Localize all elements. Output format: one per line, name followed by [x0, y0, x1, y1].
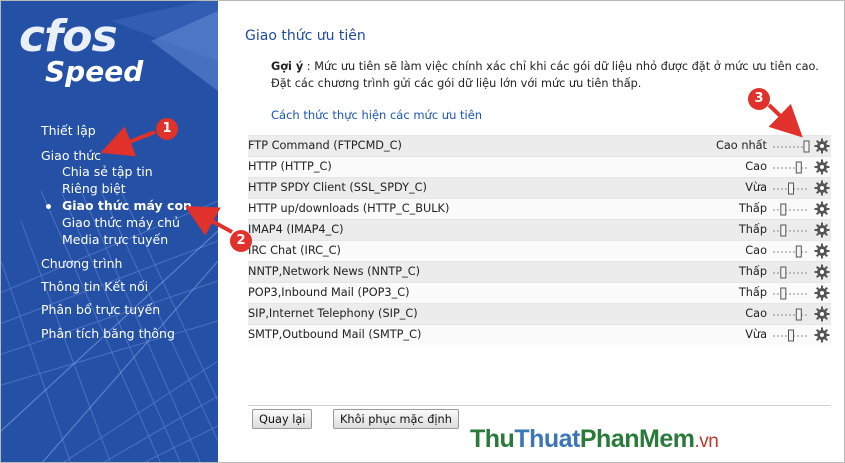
sidebar-item-phan-bo-truc-tuyen[interactable]: Phân bổ trực tuyến — [41, 302, 160, 317]
protocol-row: HTTP SPDY Client (SSL_SPDY_C) Vừa — [248, 177, 831, 198]
annotation-marker-1: 1 — [156, 118, 178, 140]
protocol-name: HTTP up/downloads (HTTP_C_BULK) — [248, 202, 450, 215]
priority-level: Thấp — [738, 286, 767, 299]
hint-label: Gợi ý — [271, 60, 304, 73]
priority-slider[interactable] — [771, 224, 811, 237]
annotation-marker-2: 2 — [230, 230, 252, 252]
priority-slider[interactable] — [771, 266, 811, 279]
gear-icon[interactable] — [814, 180, 830, 196]
sidebar-subitem-media-truc-tuyen[interactable]: Media trực tuyến — [62, 232, 168, 247]
cfos-speed-window: cfos Speed Thiết lập Giao thức Chia sẻ t… — [0, 0, 845, 463]
protocol-row: IMAP4 (IMAP4_C) Thấp — [248, 219, 831, 240]
back-button[interactable]: Quay lại — [252, 409, 313, 429]
priority-level: Thấp — [738, 265, 767, 278]
sidebar: cfos Speed Thiết lập Giao thức Chia sẻ t… — [1, 1, 218, 462]
gear-icon[interactable] — [814, 138, 830, 154]
sidebar-item-thiet-lap[interactable]: Thiết lập — [41, 123, 96, 138]
watermark: ThuThuatPhanMem.vn — [470, 425, 719, 454]
gear-icon[interactable] — [814, 285, 830, 301]
cfos-speed-logo: cfos Speed — [15, 11, 165, 97]
priority-slider[interactable] — [771, 308, 811, 321]
logo-text-speed: Speed — [45, 55, 144, 88]
main-panel: Giao thức ưu tiên Gợi ý : Mức ưu tiên sẽ… — [218, 1, 844, 462]
protocol-row: SMTP,Outbound Mail (SMTP_C) Vừa — [248, 324, 831, 345]
protocol-name: POP3,Inbound Mail (POP3_C) — [248, 286, 410, 299]
priority-level: Cao — [745, 307, 767, 320]
protocol-row: POP3,Inbound Mail (POP3_C) Thấp — [248, 282, 831, 303]
priority-level: Vừa — [745, 181, 767, 194]
restore-defaults-button[interactable]: Khôi phục mặc định — [333, 409, 459, 429]
priority-level: Vừa — [745, 328, 767, 341]
priority-slider[interactable] — [771, 245, 811, 258]
protocol-name: FTP Command (FTPCMD_C) — [248, 139, 402, 152]
priority-slider[interactable] — [771, 203, 811, 216]
priority-level: Cao nhất — [716, 139, 767, 152]
gear-icon[interactable] — [814, 243, 830, 259]
priority-slider[interactable] — [771, 287, 811, 300]
priority-level: Thấp — [738, 202, 767, 215]
priority-slider[interactable] — [771, 140, 811, 153]
sidebar-subitem-chia-se-tap-tin[interactable]: Chia sẻ tập tin — [62, 164, 153, 179]
watermark-part: Thu — [470, 425, 515, 453]
protocol-row: HTTP (HTTP_C) Cao — [248, 156, 831, 177]
active-bullet-icon — [46, 204, 51, 209]
protocol-name: HTTP SPDY Client (SSL_SPDY_C) — [248, 181, 427, 194]
priority-level: Thấp — [738, 223, 767, 236]
divider — [248, 405, 831, 406]
protocol-name: IMAP4 (IMAP4_C) — [248, 223, 344, 236]
protocol-row: NNTP,Network News (NNTP_C) Thấp — [248, 261, 831, 282]
gear-icon[interactable] — [814, 327, 830, 343]
protocol-row: HTTP up/downloads (HTTP_C_BULK) Thấp — [248, 198, 831, 219]
sidebar-subitem-giao-thuc-may-chu[interactable]: Giao thức máy chủ — [62, 215, 180, 230]
priority-levels-link[interactable]: Cách thức thực hiện các mức ưu tiên — [271, 108, 482, 122]
priority-level: Cao — [745, 244, 767, 257]
watermark-part: Thuat — [514, 425, 580, 453]
page-title: Giao thức ưu tiên — [245, 28, 366, 44]
sidebar-item-chuong-trinh[interactable]: Chương trình — [41, 256, 122, 271]
priority-slider[interactable] — [771, 161, 811, 174]
gear-icon[interactable] — [814, 264, 830, 280]
priority-slider[interactable] — [771, 182, 811, 195]
gear-icon[interactable] — [814, 201, 830, 217]
protocol-list: FTP Command (FTPCMD_C) Cao nhất HTTP (HTTP… — [248, 135, 831, 345]
gear-icon[interactable] — [814, 306, 830, 322]
protocol-row: FTP Command (FTPCMD_C) Cao nhất — [248, 135, 831, 156]
sidebar-item-thong-tin-ket-noi[interactable]: Thông tin Kết nối — [41, 279, 148, 294]
protocol-name: IRC Chat (IRC_C) — [248, 244, 341, 257]
protocol-name: HTTP (HTTP_C) — [248, 160, 332, 173]
watermark-part: PhanMem — [579, 425, 695, 453]
sidebar-item-phan-tich-bang-thong[interactable]: Phân tích băng thông — [41, 326, 175, 341]
watermark-part: .vn — [694, 431, 719, 452]
hint-body: : Mức ưu tiên sẽ làm việc chính xác chỉ … — [271, 60, 819, 90]
protocol-row: IRC Chat (IRC_C) Cao — [248, 240, 831, 261]
protocol-name: SMTP,Outbound Mail (SMTP_C) — [248, 328, 422, 341]
gear-icon[interactable] — [814, 222, 830, 238]
gear-icon[interactable] — [814, 159, 830, 175]
sidebar-subitem-giao-thuc-may-con[interactable]: Giao thức máy con — [62, 198, 192, 213]
sidebar-subitem-rieng-biet[interactable]: Riêng biệt — [62, 181, 126, 196]
protocol-name: NNTP,Network News (NNTP_C) — [248, 265, 421, 278]
protocol-name: SIP,Internet Telephony (SIP_C) — [248, 307, 418, 320]
sidebar-item-giao-thuc[interactable]: Giao thức — [41, 148, 101, 163]
protocol-row: SIP,Internet Telephony (SIP_C) Cao — [248, 303, 831, 324]
priority-level: Cao — [745, 160, 767, 173]
priority-slider[interactable] — [771, 329, 811, 342]
hint-text: Gợi ý : Mức ưu tiên sẽ làm việc chính xá… — [271, 58, 831, 92]
annotation-marker-3: 3 — [748, 88, 770, 110]
